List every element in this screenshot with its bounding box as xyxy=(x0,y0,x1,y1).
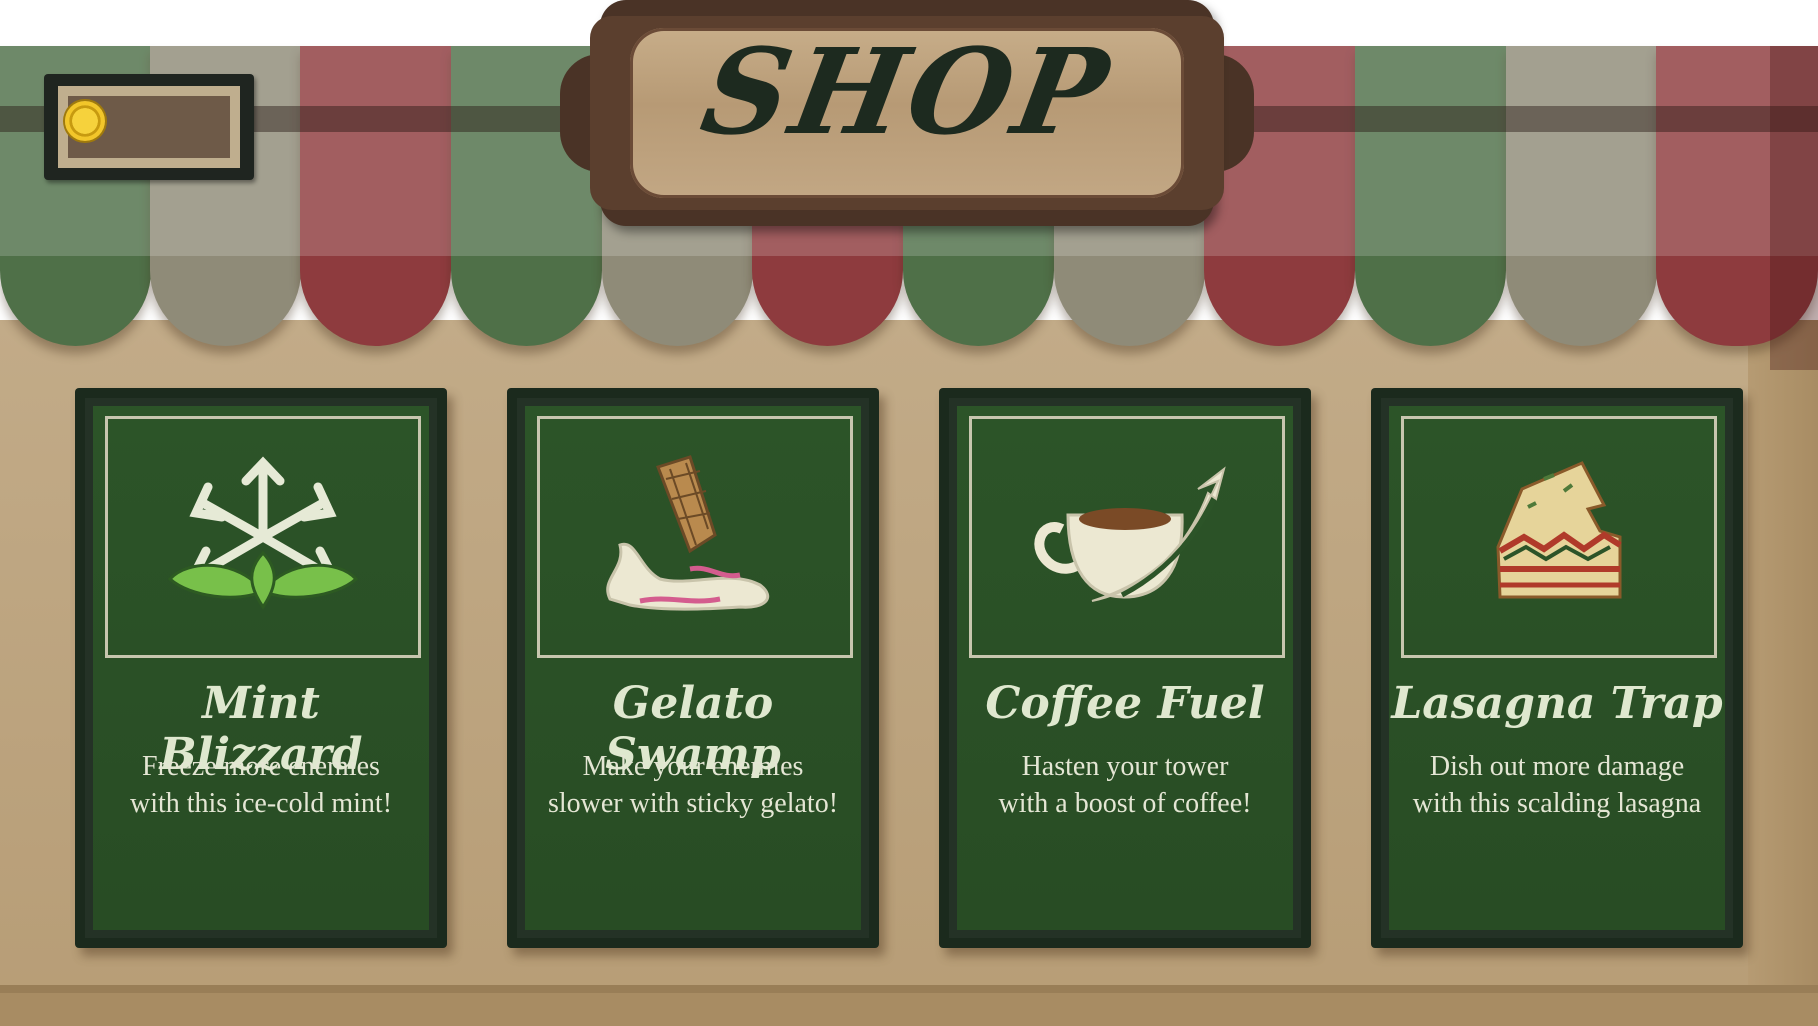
gelato-cone-icon xyxy=(606,455,770,611)
card-icon-frame xyxy=(105,416,421,658)
card-icon-frame xyxy=(537,416,853,658)
item-description-line: with a boost of coffee! xyxy=(998,788,1252,819)
shop-screen: SHOP Mint Blizzard Freeze more enemies w… xyxy=(0,0,1818,1026)
item-description: Freeze more enemies with this ice-cold m… xyxy=(103,748,419,822)
card-face: Gelato Swamp Make your enemies slower wi… xyxy=(525,406,861,930)
item-description-line: Hasten your tower xyxy=(1021,751,1229,782)
shop-title: SHOP xyxy=(692,22,1122,161)
shop-item-card-gelato-swamp[interactable]: Gelato Swamp Make your enemies slower wi… xyxy=(507,388,879,948)
counter-front-edge xyxy=(0,985,1818,1026)
shop-item-card-lasagna-trap[interactable]: Lasagna Trap Dish out more damage with t… xyxy=(1371,388,1743,948)
counter-side xyxy=(1748,320,1818,1026)
card-border: Coffee Fuel Hasten your tower with a boo… xyxy=(949,398,1301,938)
item-description-line: Freeze more enemies xyxy=(142,751,380,782)
card-face: Coffee Fuel Hasten your tower with a boo… xyxy=(957,406,1293,930)
card-icon-frame xyxy=(969,416,1285,658)
item-description: Dish out more damage with this scalding … xyxy=(1399,748,1715,822)
shop-item-card-mint-blizzard[interactable]: Mint Blizzard Freeze more enemies with t… xyxy=(75,388,447,948)
item-description: Make your enemies slower with sticky gel… xyxy=(535,748,851,822)
card-border: Lasagna Trap Dish out more damage with t… xyxy=(1381,398,1733,938)
card-face: Lasagna Trap Dish out more damage with t… xyxy=(1389,406,1725,930)
lasagna-slice-icon xyxy=(1496,461,1622,599)
coin-icon xyxy=(65,101,105,141)
card-border: Mint Blizzard Freeze more enemies with t… xyxy=(85,398,437,938)
coin-counter xyxy=(44,74,254,180)
item-description-line: with this scalding lasagna xyxy=(1412,788,1702,819)
item-description-line: Dish out more damage xyxy=(1429,751,1685,782)
card-face: Mint Blizzard Freeze more enemies with t… xyxy=(93,406,429,930)
shop-item-card-coffee-fuel[interactable]: Coffee Fuel Hasten your tower with a boo… xyxy=(939,388,1311,948)
item-title: Coffee Fuel xyxy=(985,678,1265,729)
item-description-line: slower with sticky gelato! xyxy=(547,788,839,819)
shop-sign: SHOP xyxy=(560,0,1254,226)
awning-end-shadow xyxy=(1770,46,1818,370)
card-border: Gelato Swamp Make your enemies slower wi… xyxy=(517,398,869,938)
coffee-cup-icon xyxy=(1034,466,1226,602)
item-description-line: Make your enemies xyxy=(582,751,804,782)
item-title: Lasagna Trap xyxy=(1391,678,1723,729)
card-icon-frame xyxy=(1401,416,1717,658)
item-description: Hasten your tower with a boost of coffee… xyxy=(967,748,1283,822)
item-description-line: with this ice-cold mint! xyxy=(129,788,393,819)
mint-snowflake-icon xyxy=(167,456,359,610)
